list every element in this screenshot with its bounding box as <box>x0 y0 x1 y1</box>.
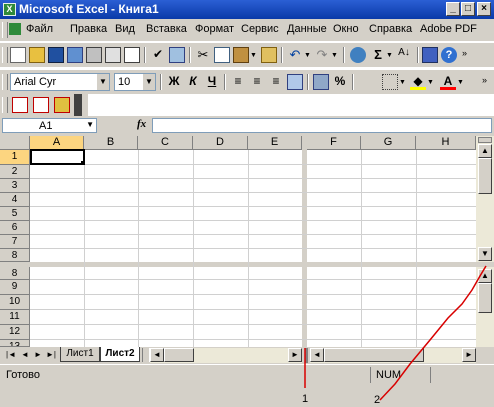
annotation-overlay <box>304 265 487 401</box>
annotation-label-2: 2 <box>374 394 381 406</box>
annotation-line-2 <box>379 265 487 401</box>
annotation-label-1: 1 <box>302 393 309 405</box>
